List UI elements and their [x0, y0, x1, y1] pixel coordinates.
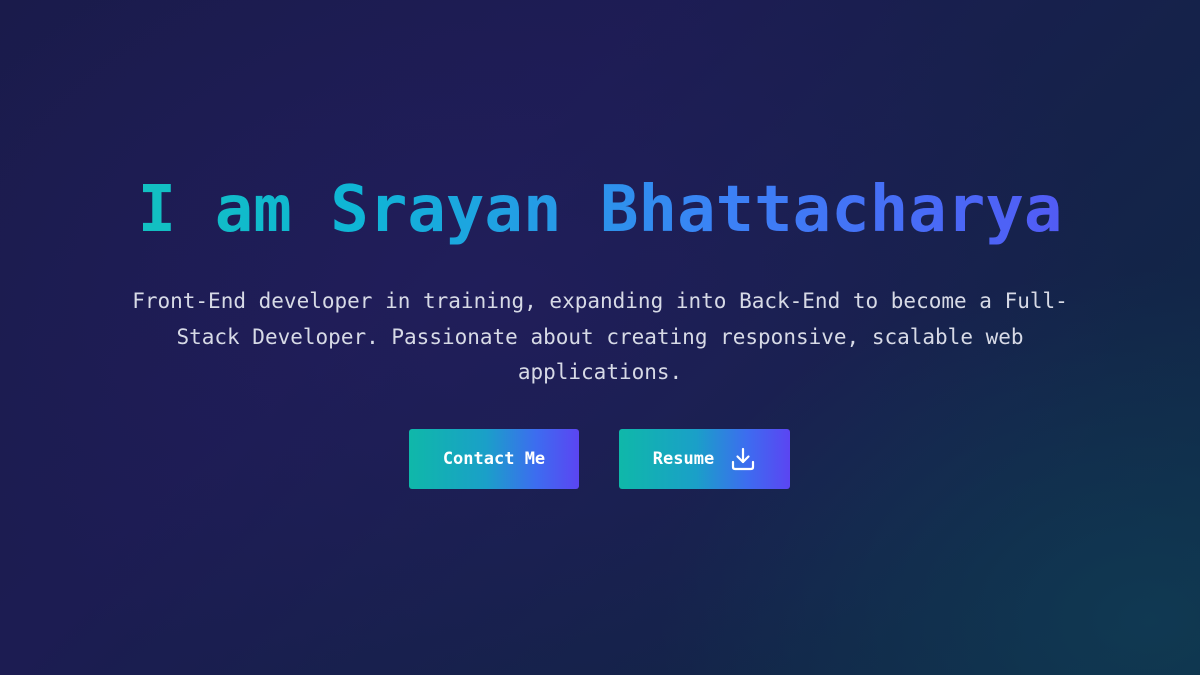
hero-section: I am Srayan Bhattacharya Front-End devel…: [0, 0, 1200, 675]
resume-label: Resume: [652, 449, 715, 469]
hero-description: Front-End developer in training, expandi…: [132, 289, 1068, 384]
contact-me-label: Contact Me: [442, 449, 546, 469]
hero-title: I am Srayan Bhattacharya: [0, 170, 1200, 250]
download-icon: [730, 446, 756, 472]
contact-me-button[interactable]: Contact Me: [409, 429, 579, 489]
resume-button[interactable]: Resume: [619, 429, 790, 489]
